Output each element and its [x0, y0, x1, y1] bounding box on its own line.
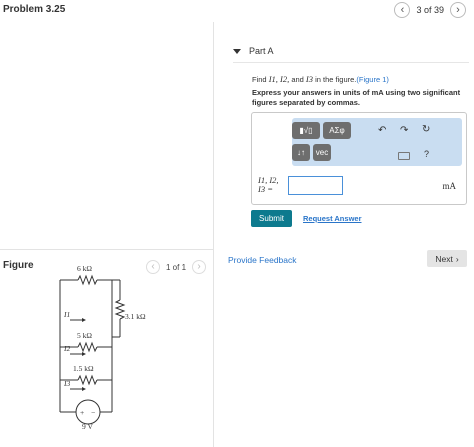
sort-label: ↓↑: [297, 148, 305, 157]
resistor-1-5k: [77, 374, 98, 386]
chevron-left-icon: ‹: [400, 3, 405, 16]
next-problem-button[interactable]: ›: [450, 2, 466, 18]
resistor-3-1k: [114, 299, 126, 320]
circuit-diagram: 6 kΩ 3.1 kΩ 5 kΩ 1.5 kΩ 9 V I1 I2 I3 + −: [59, 264, 146, 431]
caret-down-icon: [233, 48, 241, 54]
undo-icon[interactable]: ↶: [378, 125, 386, 136]
label-6k: 6 kΩ: [77, 264, 92, 273]
prompt-mid: and: [289, 75, 306, 84]
help-button[interactable]: ?: [424, 149, 429, 159]
problem-pager: ‹ 3 of 39 ›: [394, 2, 466, 18]
greek-label: ΑΣφ: [329, 126, 345, 135]
chevron-right-icon: ›: [456, 3, 460, 16]
part-a-header[interactable]: Part A: [233, 46, 274, 56]
greek-button[interactable]: ΑΣφ: [323, 122, 351, 139]
label-i2: I2: [63, 344, 70, 353]
label-source: 9 V: [82, 422, 93, 431]
previous-problem-button[interactable]: ‹: [394, 2, 411, 18]
next-button[interactable]: Next ›: [427, 250, 467, 267]
problem-title: Problem 3.25: [3, 4, 66, 15]
label-3-1k: 3.1 kΩ: [125, 312, 146, 321]
chevron-right-icon: ›: [455, 253, 459, 264]
answer-label-line2: I3 =: [258, 183, 273, 194]
part-separator: [233, 62, 469, 63]
sort-button[interactable]: ↓↑: [292, 144, 310, 161]
resistor-5k: [77, 341, 98, 353]
source-plus: +: [80, 408, 84, 417]
figure-link[interactable]: (Figure 1): [356, 75, 389, 84]
vec-label: vec: [315, 148, 329, 157]
next-figure-button[interactable]: ›: [192, 260, 207, 274]
label-1-5k: 1.5 kΩ: [73, 364, 94, 373]
resistor-6k: [77, 274, 98, 286]
answer-input[interactable]: [288, 176, 343, 195]
chevron-right-icon: ›: [197, 261, 201, 272]
prompt-var3: I3: [305, 74, 314, 84]
figure-divider: [0, 249, 213, 250]
redo-icon[interactable]: ↷: [400, 125, 408, 136]
keyboard-icon[interactable]: [398, 152, 410, 160]
templates-button[interactable]: ▮√▯: [292, 122, 320, 139]
reset-icon[interactable]: ↻: [422, 124, 430, 135]
label-i1: I1: [63, 310, 70, 319]
problem-pager-text: 3 of 39: [416, 5, 444, 15]
request-answer-link[interactable]: Request Answer: [303, 214, 362, 223]
part-label: Part A: [249, 46, 274, 56]
question-prompt: Find I1, I2, and I3 in the figure.(Figur…: [252, 74, 389, 84]
provide-feedback-link[interactable]: Provide Feedback: [228, 255, 297, 265]
answer-instruction: Express your answers in units of mA usin…: [252, 88, 461, 107]
answer-label: I1, I2, I3 =: [258, 176, 279, 194]
figure-heading: Figure: [3, 260, 34, 271]
next-label: Next: [435, 253, 453, 264]
answer-unit: mA: [442, 181, 457, 191]
label-5k: 5 kΩ: [77, 331, 92, 340]
answer-box: ▮√▯ ΑΣφ ↓↑ vec ↶ ↷ ↻ ? I1, I2, I3 = mA: [251, 112, 467, 205]
submit-button[interactable]: Submit: [251, 210, 292, 227]
prompt-suffix: in the figure.: [313, 75, 357, 84]
figure-pager-text: 1 of 1: [166, 262, 187, 272]
templates-icon: ▮√▯: [299, 126, 313, 135]
pane-divider: [213, 22, 214, 447]
label-i3: I3: [63, 379, 70, 388]
prompt-vars: I1, I2,: [268, 74, 290, 84]
source-minus: −: [91, 408, 95, 417]
top-bar: Problem 3.25 ‹ 3 of 39 ›: [0, 0, 474, 22]
prompt-prefix: Find: [252, 75, 269, 84]
math-toolbar: ▮√▯ ΑΣφ ↓↑ vec ↶ ↷ ↻ ?: [292, 118, 462, 166]
vec-button[interactable]: vec: [313, 144, 331, 161]
